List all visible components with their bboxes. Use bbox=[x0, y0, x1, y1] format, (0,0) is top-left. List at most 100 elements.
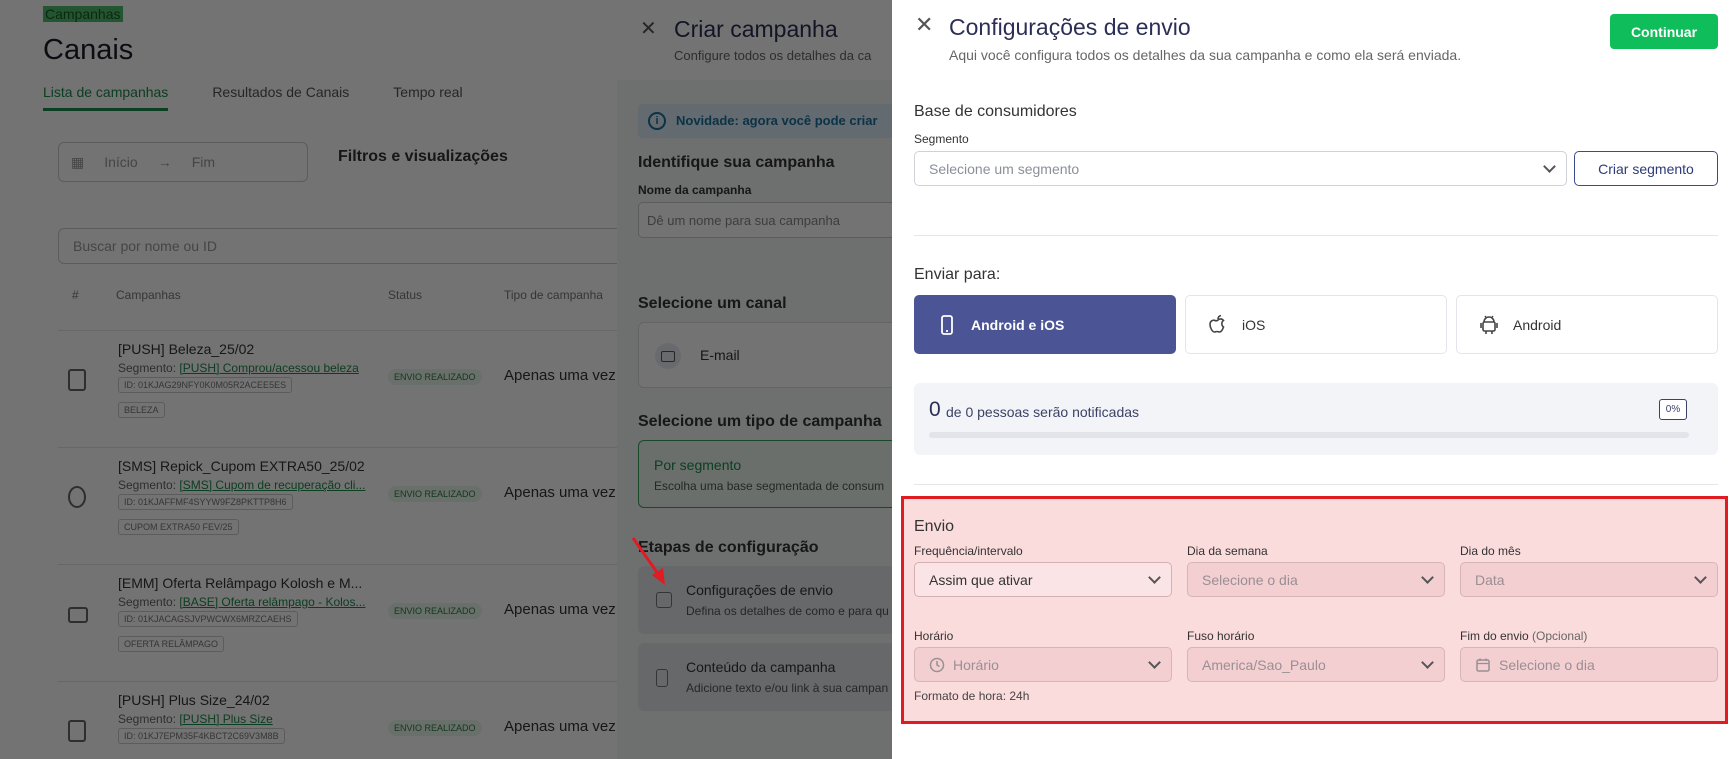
campaign-name[interactable]: [PUSH] Plus Size_24/02 bbox=[118, 692, 270, 708]
close-icon[interactable]: ✕ bbox=[640, 16, 657, 41]
time-value: Horário bbox=[953, 656, 999, 673]
start-date[interactable]: Início bbox=[104, 154, 137, 170]
send-to-title: Enviar para: bbox=[914, 266, 1001, 283]
monthday-select[interactable]: Data bbox=[1460, 562, 1718, 597]
arrow-icon: → bbox=[157, 154, 172, 170]
panel-title: Configurações de envio bbox=[949, 14, 1191, 40]
step-desc: Adicione texto e/ou link à sua campan bbox=[686, 681, 889, 695]
campaign-name[interactable]: [SMS] Repick_Cupom EXTRA50_25/02 bbox=[118, 458, 365, 474]
mail-icon bbox=[655, 343, 681, 369]
tab-campaign-list[interactable]: Lista de campanhas bbox=[43, 84, 169, 111]
envio-section: Envio Frequência/intervalo Assim que ati… bbox=[901, 496, 1728, 724]
platform-android[interactable]: Android bbox=[1456, 295, 1718, 354]
frequency-label: Frequência/intervalo bbox=[914, 544, 1023, 558]
close-icon[interactable]: ✕ bbox=[915, 14, 933, 36]
identify-title: Identifique sua campanha bbox=[638, 154, 835, 171]
date-range-filter[interactable]: ▦ Início → Fim bbox=[58, 142, 308, 182]
background-page: Campanhas Canais Lista de campanhas Resu… bbox=[0, 0, 628, 759]
search-input[interactable]: Buscar por nome ou ID bbox=[58, 228, 628, 264]
campaign-segment: Segmento: [PUSH] Plus Size bbox=[118, 712, 273, 726]
grid-icon bbox=[656, 592, 672, 608]
breadcrumb[interactable]: Campanhas bbox=[43, 6, 123, 22]
column-header: Tipo de campanha bbox=[504, 288, 603, 302]
segment-select[interactable]: Selecione um segmento bbox=[914, 151, 1567, 186]
weekday-label: Dia da semana bbox=[1187, 544, 1268, 558]
segment-select-value: Selecione um segmento bbox=[929, 160, 1080, 177]
envio-title: Envio bbox=[914, 518, 955, 535]
end-date[interactable]: Fim bbox=[192, 154, 215, 170]
campaign-segment: Segmento: [PUSH] Comprou/acessou beleza bbox=[118, 361, 359, 375]
campaign-type: Apenas uma vez bbox=[504, 484, 616, 501]
filters-title[interactable]: Filtros e visualizações bbox=[338, 148, 508, 166]
chevron-down-icon bbox=[1148, 656, 1161, 669]
campaign-tag: BELEZA bbox=[118, 402, 165, 418]
step-send-settings[interactable]: Configurações de envio Defina os detalhe… bbox=[638, 566, 892, 634]
divider bbox=[914, 484, 1718, 485]
create-segment-button[interactable]: Criar segmento bbox=[1574, 151, 1718, 186]
channel-email-option[interactable]: E-mail bbox=[638, 322, 892, 388]
reach-percent-badge: 0% bbox=[1659, 399, 1687, 420]
send-settings-panel: ✕ Configurações de envio Aqui você confi… bbox=[892, 0, 1730, 759]
campaign-id: ID: 01KJACAGSJVPWCWX6MRZCAEHS bbox=[118, 611, 298, 627]
type-segment-title: Por segmento bbox=[654, 457, 742, 473]
platform-android-ios[interactable]: Android e iOS bbox=[914, 295, 1176, 354]
status-badge: ENVIO REALIZADO bbox=[388, 720, 482, 736]
time-select[interactable]: Horário bbox=[914, 647, 1172, 682]
news-text: Novidade: agora você pode criar bbox=[676, 113, 878, 128]
campaign-id: ID: 01KJ7EPM35F4KBCT2C69V3M8B bbox=[118, 728, 285, 744]
chevron-down-icon bbox=[1543, 160, 1556, 173]
end-label: Fim do envio (Opcional) bbox=[1460, 629, 1588, 643]
phone-icon bbox=[68, 369, 86, 391]
table-row[interactable]: [PUSH] Plus Size_24/02 Segmento: [PUSH] … bbox=[58, 681, 628, 759]
calendar-icon bbox=[1476, 658, 1490, 672]
frequency-select[interactable]: Assim que ativar bbox=[914, 562, 1172, 597]
status-badge: ENVIO REALIZADO bbox=[388, 603, 482, 619]
channel-title: Selecione um canal bbox=[638, 295, 787, 312]
campaign-id: ID: 01KJAFFMF4SYYW9FZ8PKTTP8H6 bbox=[118, 494, 293, 510]
end-date-value: Selecione o dia bbox=[1499, 656, 1595, 673]
chevron-down-icon bbox=[1421, 571, 1434, 584]
news-banner: i Novidade: agora você pode criar bbox=[638, 104, 892, 138]
segment-link[interactable]: [SMS] Cupom de recuperação cli... bbox=[179, 478, 365, 492]
segment-link[interactable]: [PUSH] Plus Size bbox=[179, 712, 272, 726]
step-title: Configurações de envio bbox=[686, 582, 834, 598]
drawer-subtitle: Configure todos os detalhes da ca bbox=[674, 48, 872, 63]
chevron-down-icon bbox=[1694, 571, 1707, 584]
step-campaign-content[interactable]: Conteúdo da campanha Adicione texto e/ou… bbox=[638, 643, 892, 711]
type-segment-desc: Escolha uma base segmentada de consum bbox=[654, 479, 885, 493]
end-date-input[interactable]: Selecione o dia bbox=[1460, 647, 1718, 682]
reach-count: 0 bbox=[929, 398, 941, 421]
tab-real-time[interactable]: Tempo real bbox=[393, 84, 462, 111]
platform-label: iOS bbox=[1242, 316, 1266, 333]
weekday-select[interactable]: Selecione o dia bbox=[1187, 562, 1445, 597]
table-row[interactable]: [SMS] Repick_Cupom EXTRA50_25/02 Segment… bbox=[58, 447, 628, 559]
campaign-name[interactable]: [EMM] Oferta Relâmpago Kolosh e M... bbox=[118, 575, 362, 591]
campaign-tag: OFERTA RELÂMPAGO bbox=[118, 636, 225, 652]
type-segment-option[interactable]: Por segmento Escolha uma base segmentada… bbox=[638, 440, 892, 508]
timezone-select[interactable]: America/Sao_Paulo bbox=[1187, 647, 1445, 682]
time-format-hint: Formato de hora: 24h bbox=[914, 689, 1030, 703]
panel-subtitle: Aqui você configura todos os detalhes da… bbox=[949, 47, 1462, 63]
divider bbox=[914, 235, 1718, 236]
campaign-id: ID: 01KJAG29NFY0K0M05R2ACEE5ES bbox=[118, 377, 293, 393]
campaign-name-input[interactable]: Dê um nome para sua campanha bbox=[638, 202, 892, 238]
reach-progress-bar bbox=[929, 432, 1689, 438]
continue-button[interactable]: Continuar bbox=[1610, 14, 1718, 49]
reach-text: de 0 pessoas serão notificadas bbox=[946, 404, 1140, 420]
create-campaign-drawer: ✕ Criar campanha Configure todos os deta… bbox=[617, 0, 892, 759]
platform-ios[interactable]: iOS bbox=[1185, 295, 1447, 354]
segment-link[interactable]: [BASE] Oferta relâmpago - Kolos... bbox=[179, 595, 365, 609]
status-badge: ENVIO REALIZADO bbox=[388, 486, 482, 502]
table-row[interactable]: [EMM] Oferta Relâmpago Kolosh e M... Seg… bbox=[58, 564, 628, 676]
campaign-segment: Segmento: [BASE] Oferta relâmpago - Kolo… bbox=[118, 595, 366, 609]
optional-tag: (Opcional) bbox=[1532, 629, 1588, 643]
table-row[interactable]: [PUSH] Beleza_25/02 Segmento: [PUSH] Com… bbox=[58, 330, 628, 442]
tab-channel-results[interactable]: Resultados de Canais bbox=[212, 84, 349, 111]
phone-icon bbox=[68, 720, 86, 742]
info-icon: i bbox=[648, 112, 666, 130]
monthday-label: Dia do mês bbox=[1460, 544, 1521, 558]
campaign-type: Apenas uma vez bbox=[504, 718, 616, 735]
segment-label: Segmento bbox=[914, 132, 969, 146]
segment-link[interactable]: [PUSH] Comprou/acessou beleza bbox=[179, 361, 358, 375]
campaign-name[interactable]: [PUSH] Beleza_25/02 bbox=[118, 341, 254, 357]
